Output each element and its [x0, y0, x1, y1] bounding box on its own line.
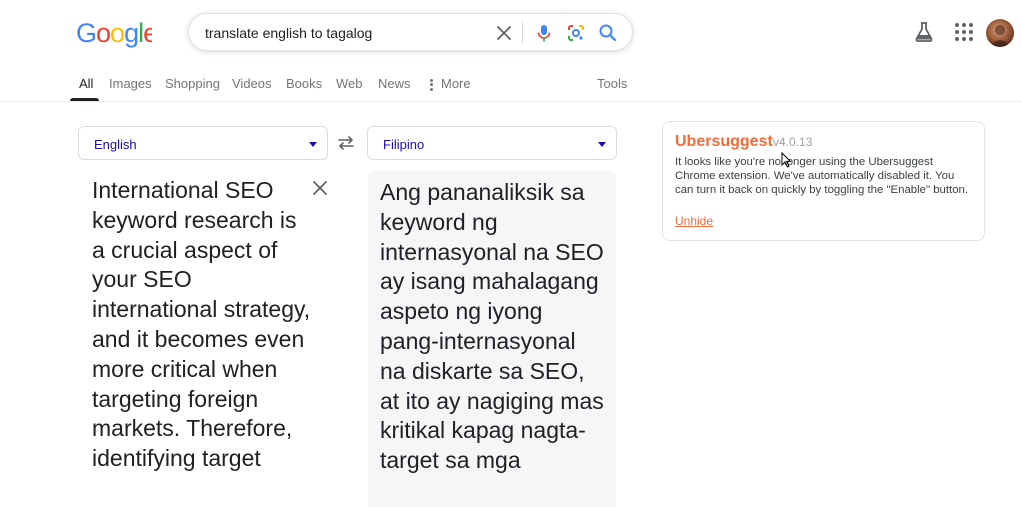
target-language-label: Filipino — [383, 137, 425, 152]
chevron-down-icon — [598, 142, 606, 147]
search-input[interactable]: translate english to tagalog — [205, 25, 372, 41]
google-logo[interactable]: Google — [76, 18, 152, 48]
chevron-down-icon — [309, 142, 317, 147]
ubersuggest-card: Ubersuggest v4.0.13 It looks like you're… — [662, 121, 985, 241]
mouse-cursor-icon — [781, 152, 791, 168]
more-vert-icon — [430, 77, 433, 92]
tab-books[interactable]: Books — [286, 76, 322, 91]
google-lens-icon[interactable] — [566, 23, 586, 43]
tab-videos[interactable]: Videos — [232, 76, 272, 91]
search-box[interactable]: translate english to tagalog — [188, 13, 633, 51]
source-text-input[interactable]: International SEO keyword research is a … — [92, 176, 314, 474]
tab-news[interactable]: News — [378, 76, 411, 91]
source-language-label: English — [94, 137, 137, 152]
unhide-link[interactable]: Unhide — [675, 214, 713, 228]
close-icon[interactable] — [494, 23, 514, 43]
active-tab-indicator — [70, 98, 99, 101]
ubersuggest-title: Ubersuggest — [675, 133, 773, 150]
search-tabs: All Images Shopping Videos Books Web New… — [0, 64, 1022, 102]
tab-more-label: More — [441, 76, 471, 91]
translation-output-text: Ang pananaliksik sa keyword ng internasy… — [380, 179, 604, 474]
target-language-select[interactable]: Filipino — [367, 126, 617, 160]
logo-letter: o — [110, 18, 124, 48]
tab-more[interactable]: More — [430, 76, 471, 92]
microphone-icon[interactable] — [534, 23, 554, 43]
avatar[interactable] — [986, 19, 1014, 47]
tools-button[interactable]: Tools — [597, 76, 627, 91]
logo-letter: G — [76, 18, 96, 48]
search-icon[interactable] — [598, 23, 618, 43]
search-divider — [522, 22, 523, 44]
swap-languages-icon[interactable] — [337, 134, 355, 152]
ubersuggest-version: v4.0.13 — [773, 135, 813, 149]
logo-letter: e — [143, 18, 152, 48]
logo-letter: g — [124, 18, 138, 48]
tab-shopping[interactable]: Shopping — [165, 76, 220, 91]
source-language-select[interactable]: English — [78, 126, 328, 160]
tab-web[interactable]: Web — [336, 76, 363, 91]
avatar-image-icon — [991, 25, 1009, 47]
tab-images[interactable]: Images — [109, 76, 152, 91]
logo-letter: o — [96, 18, 110, 48]
ubersuggest-message: It looks like you're no longer using the… — [675, 156, 969, 196]
tab-all[interactable]: All — [79, 76, 93, 91]
apps-grid-icon[interactable] — [952, 20, 976, 44]
svg-text:Google: Google — [76, 18, 152, 48]
clear-text-icon[interactable] — [312, 180, 328, 196]
labs-flask-icon[interactable] — [912, 20, 936, 44]
